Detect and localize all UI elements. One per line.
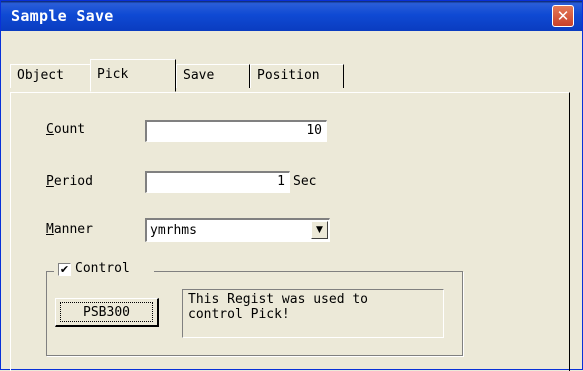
count-input[interactable]: 10 — [145, 120, 327, 142]
manner-label: Manner — [46, 222, 93, 237]
psb300-button-label: PSB300 — [60, 302, 153, 322]
close-icon: ✕ — [556, 7, 570, 25]
tab-pick[interactable]: Pick — [90, 59, 176, 92]
period-value: 1 — [277, 174, 285, 189]
tab-object[interactable]: Object — [10, 64, 92, 88]
tab-label: Pick — [97, 67, 129, 82]
period-label: Period — [46, 174, 93, 189]
dropdown-button[interactable]: ▼ — [311, 221, 328, 239]
window-title: Sample Save — [11, 7, 114, 25]
tab-label: Save — [183, 68, 215, 83]
control-checkbox[interactable]: ✔ — [58, 263, 71, 276]
manner-select[interactable]: ymrhms ▼ — [145, 218, 330, 242]
checkmark-icon: ✔ — [59, 263, 70, 276]
control-label[interactable]: Control — [75, 261, 130, 276]
tab-label: Object — [17, 68, 64, 83]
sample-save-dialog: Sample Save ✕ Object Pick Save Position … — [0, 0, 583, 371]
chevron-down-icon: ▼ — [316, 225, 323, 235]
manner-value: ymrhms — [150, 223, 197, 238]
count-label: Count — [46, 122, 86, 137]
count-value: 10 — [306, 123, 322, 138]
tab-save[interactable]: Save — [176, 64, 250, 88]
tab-label: Position — [257, 68, 320, 83]
psb300-button[interactable]: PSB300 — [55, 298, 159, 327]
close-button[interactable]: ✕ — [552, 5, 574, 27]
period-unit: Sec — [293, 174, 317, 189]
tab-strip: Object Pick Save Position — [10, 59, 570, 93]
title-bar[interactable]: Sample Save ✕ — [1, 1, 582, 31]
period-input[interactable]: 1 — [145, 171, 290, 193]
tab-position[interactable]: Position — [250, 64, 344, 88]
regist-info-box: This Regist was used to control Pick! — [182, 289, 444, 338]
